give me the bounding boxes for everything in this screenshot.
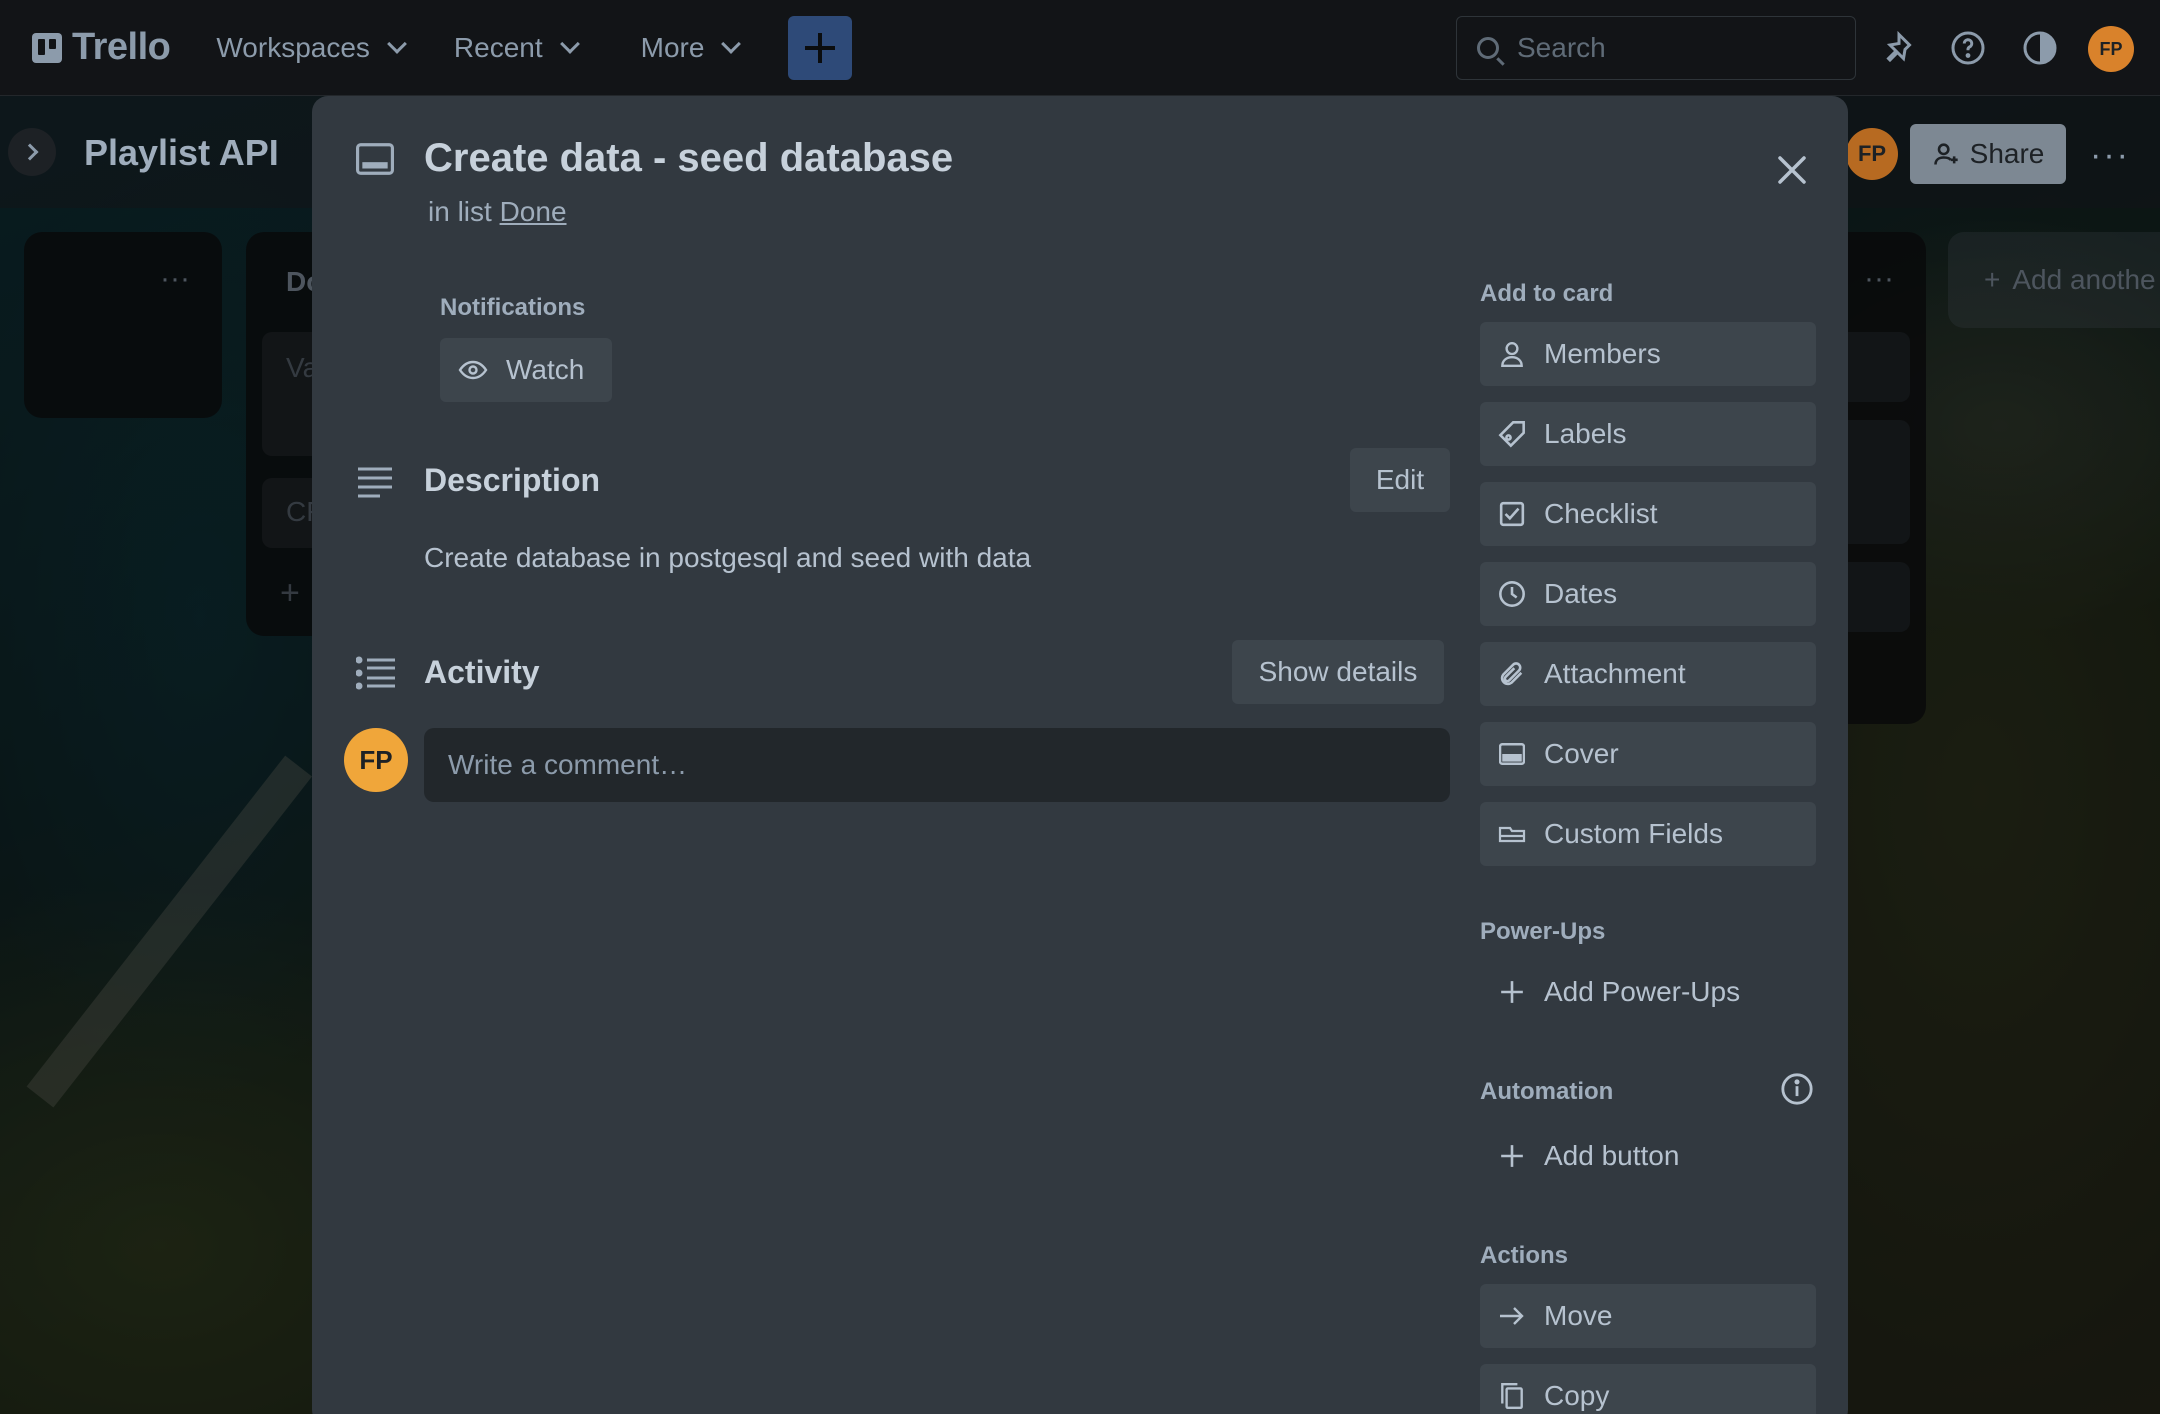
arrow-right-icon xyxy=(1500,1307,1524,1325)
move-button[interactable]: Move xyxy=(1480,1284,1816,1348)
labels-button[interactable]: Labels xyxy=(1480,402,1816,466)
eye-icon xyxy=(458,360,488,380)
help-icon[interactable] xyxy=(1948,28,1988,68)
create-button[interactable] xyxy=(788,15,853,80)
cover-icon xyxy=(1499,743,1525,765)
person-icon xyxy=(1501,342,1523,368)
board-member-avatar[interactable]: FP xyxy=(1846,128,1898,180)
watch-label: Watch xyxy=(506,354,585,385)
add-to-card-label: Add to card xyxy=(1480,280,1614,307)
labels-label: Labels xyxy=(1544,418,1627,449)
add-button-button[interactable]: Add button xyxy=(1480,1124,1816,1188)
activity-icon xyxy=(356,656,396,690)
chevron-down-icon xyxy=(387,33,407,54)
more-label: More xyxy=(640,31,705,63)
custom-fields-label: Custom Fields xyxy=(1544,818,1723,849)
chevron-down-icon xyxy=(559,33,580,54)
watch-button[interactable]: Watch xyxy=(440,338,612,402)
actions-label: Actions xyxy=(1480,1242,1569,1269)
chevron-down-icon xyxy=(721,33,742,54)
search-input[interactable]: Search xyxy=(1456,16,1856,80)
edit-description-button[interactable]: Edit xyxy=(1350,448,1450,512)
description-text[interactable]: Create database in postgesql and seed wi… xyxy=(424,542,1031,574)
card-title[interactable]: Create data - seed database xyxy=(424,136,953,181)
members-label: Members xyxy=(1544,338,1661,369)
cover-button[interactable]: Cover xyxy=(1480,722,1816,786)
checklist-button[interactable]: Checklist xyxy=(1480,482,1816,546)
checklist-label: Checklist xyxy=(1544,498,1658,529)
custom-fields-icon xyxy=(1498,826,1526,843)
recent-label: Recent xyxy=(453,31,543,63)
copy-label: Copy xyxy=(1544,1380,1610,1411)
paperclip-icon xyxy=(1500,662,1523,686)
members-button[interactable]: Members xyxy=(1480,322,1816,386)
tag-icon xyxy=(1498,421,1525,448)
add-person-icon xyxy=(1933,143,1958,165)
move-label: Move xyxy=(1544,1300,1613,1331)
trello-logo[interactable]: Trello xyxy=(32,26,171,69)
attachment-label: Attachment xyxy=(1544,658,1686,689)
description-icon xyxy=(356,466,394,498)
activity-title: Activity xyxy=(424,654,540,690)
show-details-button[interactable]: Show details xyxy=(1232,640,1444,704)
show-details-label: Show details xyxy=(1258,656,1418,687)
dates-label: Dates xyxy=(1544,578,1618,609)
user-avatar[interactable]: FP xyxy=(2088,26,2134,72)
workspaces-menu[interactable]: Workspaces xyxy=(196,18,424,78)
dates-button[interactable]: Dates xyxy=(1480,562,1816,626)
more-menu[interactable]: More xyxy=(621,18,759,78)
automation-label: Automation xyxy=(1480,1078,1614,1105)
search-placeholder: Search xyxy=(1517,32,1606,63)
edit-label: Edit xyxy=(1375,464,1425,495)
logo-text: Trello xyxy=(72,26,171,68)
comment-input[interactable]: Write a comment… xyxy=(424,728,1450,802)
cover-label: Cover xyxy=(1544,738,1619,769)
workspaces-label: Workspaces xyxy=(216,31,370,63)
share-button[interactable]: Share xyxy=(1910,124,2066,184)
notifications-icon[interactable] xyxy=(1876,28,1916,68)
power-ups-label: Power-Ups xyxy=(1480,918,1606,945)
automation-info-icon[interactable] xyxy=(1780,1072,1814,1106)
close-button[interactable] xyxy=(1762,140,1822,200)
add-power-ups-label: Add Power-Ups xyxy=(1544,976,1741,1007)
copy-button[interactable]: Copy xyxy=(1480,1364,1816,1414)
checkbox-icon xyxy=(1499,501,1525,527)
notifications-label: Notifications xyxy=(440,294,586,321)
comment-placeholder: Write a comment… xyxy=(448,749,688,780)
share-label: Share xyxy=(1969,138,2045,169)
custom-fields-button[interactable]: Custom Fields xyxy=(1480,802,1816,866)
plus-icon xyxy=(1501,1145,1523,1167)
search-icon xyxy=(1477,37,1499,59)
board-title[interactable]: Playlist API xyxy=(84,132,279,174)
add-power-ups-button[interactable]: Add Power-Ups xyxy=(1480,960,1816,1024)
card-list-info: in list Done xyxy=(428,196,567,228)
sidebar-expand-button[interactable] xyxy=(8,128,56,176)
plus-icon xyxy=(1501,981,1523,1003)
copy-icon xyxy=(1501,1382,1523,1410)
theme-toggle-icon[interactable] xyxy=(2020,28,2060,68)
recent-menu[interactable]: Recent xyxy=(434,18,597,78)
clock-icon xyxy=(1499,581,1525,607)
card-detail-modal: Create data - seed database in list Done… xyxy=(312,96,1848,1414)
chevron-right-icon xyxy=(21,143,39,161)
add-button-label: Add button xyxy=(1544,1140,1680,1171)
card-icon xyxy=(356,142,394,176)
in-list-prefix: in list xyxy=(428,196,492,227)
trello-logo-icon xyxy=(32,32,62,63)
description-title: Description xyxy=(424,462,601,498)
attachment-button[interactable]: Attachment xyxy=(1480,642,1816,706)
commenter-avatar: FP xyxy=(344,728,408,792)
close-icon xyxy=(1778,156,1806,184)
board-menu-button[interactable]: ··· xyxy=(2090,136,2130,175)
list-link[interactable]: Done xyxy=(500,196,567,227)
